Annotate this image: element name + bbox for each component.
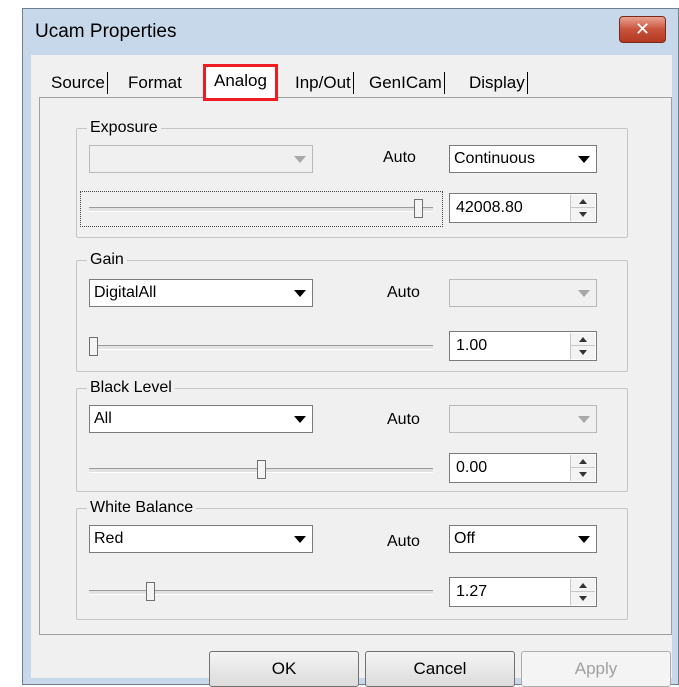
apply-button[interactable]: Apply bbox=[521, 651, 671, 687]
tab-label: Inp/Out bbox=[295, 73, 351, 92]
gain-slider-thumb[interactable] bbox=[89, 337, 98, 356]
black-level-value-spinner[interactable]: 0.00 bbox=[449, 453, 597, 483]
gain-auto-label: Auto bbox=[387, 284, 420, 301]
chevron-down-icon bbox=[573, 147, 595, 171]
black-level-group-label: Black Level bbox=[87, 378, 175, 398]
spin-up-arrow-icon[interactable] bbox=[571, 195, 595, 208]
tab-label: Analog bbox=[214, 71, 267, 90]
tab-label: GenICam bbox=[369, 73, 442, 92]
black-level-auto-select[interactable] bbox=[449, 405, 597, 433]
spin-up-arrow-icon[interactable] bbox=[571, 579, 595, 592]
tab-source[interactable]: Source bbox=[51, 69, 108, 97]
exposure-auto-label: Auto bbox=[383, 149, 416, 166]
exposure-auto-select[interactable]: Continuous bbox=[449, 145, 597, 173]
exposure-slider-track[interactable] bbox=[89, 207, 433, 212]
chevron-down-icon bbox=[573, 281, 595, 305]
white-balance-group: White Balance Red Auto Off 1.27 bbox=[76, 498, 628, 620]
tab-format[interactable]: Format bbox=[128, 69, 182, 97]
chevron-down-icon bbox=[573, 527, 595, 551]
tab-analog[interactable]: Analog bbox=[203, 64, 278, 101]
chevron-down-icon bbox=[573, 407, 595, 431]
exposure-value: 42008.80 bbox=[456, 199, 523, 216]
white-balance-slider-track[interactable] bbox=[89, 590, 433, 595]
black-level-mode-select[interactable]: All bbox=[89, 405, 313, 433]
gain-value-spinner[interactable]: 1.00 bbox=[449, 331, 597, 361]
gain-group-label: Gain bbox=[87, 250, 127, 270]
tab-display[interactable]: Display bbox=[469, 69, 528, 97]
spin-down-arrow-icon[interactable] bbox=[571, 592, 595, 605]
close-button[interactable]: ✕ bbox=[619, 16, 666, 43]
chevron-down-icon bbox=[289, 527, 311, 551]
dialog-client: Source Format Analog Inp/Out GenICam Dis… bbox=[31, 55, 672, 687]
white-balance-mode-select[interactable]: Red bbox=[89, 525, 313, 553]
black-level-value: 0.00 bbox=[456, 459, 488, 476]
spin-down-arrow-icon[interactable] bbox=[571, 468, 595, 481]
spin-down-arrow-icon[interactable] bbox=[571, 346, 595, 359]
tab-strip: Source Format Analog Inp/Out GenICam Dis… bbox=[31, 55, 672, 101]
spin-up-arrow-icon[interactable] bbox=[571, 333, 595, 346]
exposure-group-label: Exposure bbox=[87, 118, 161, 138]
ok-button[interactable]: OK bbox=[209, 651, 359, 687]
close-icon: ✕ bbox=[634, 19, 651, 39]
cancel-button[interactable]: Cancel bbox=[365, 651, 515, 687]
chevron-down-icon bbox=[289, 147, 311, 171]
tab-label: Format bbox=[128, 73, 182, 92]
spin-up-arrow-icon[interactable] bbox=[571, 455, 595, 468]
chevron-down-icon bbox=[289, 281, 311, 305]
white-balance-value-spinner[interactable]: 1.27 bbox=[449, 577, 597, 607]
tab-label: Source bbox=[51, 73, 105, 92]
chevron-down-icon bbox=[289, 407, 311, 431]
gain-auto-select[interactable] bbox=[449, 279, 597, 307]
gain-group: Gain DigitalAll Auto 1.00 bbox=[76, 250, 628, 372]
gain-slider-track[interactable] bbox=[89, 345, 433, 350]
tab-panel-analog: Exposure Auto Continuous 42008.80 Gain D… bbox=[39, 97, 672, 635]
black-level-slider-thumb[interactable] bbox=[256, 460, 266, 479]
black-level-auto-label: Auto bbox=[387, 411, 420, 428]
tab-label: Display bbox=[469, 73, 525, 92]
dialog-window: Ucam Properties ✕ Source Format Analog I… bbox=[22, 8, 679, 687]
exposure-mode-select[interactable] bbox=[89, 145, 313, 173]
tab-inp-out[interactable]: Inp/Out bbox=[295, 69, 354, 97]
black-level-group: Black Level All Auto 0.00 bbox=[76, 378, 628, 492]
exposure-slider-thumb[interactable] bbox=[413, 199, 423, 218]
white-balance-auto-label: Auto bbox=[387, 533, 420, 550]
window-title: Ucam Properties bbox=[35, 21, 177, 42]
gain-mode-select[interactable]: DigitalAll bbox=[89, 279, 313, 307]
title-bar[interactable]: Ucam Properties ✕ bbox=[23, 9, 678, 55]
tab-genicam[interactable]: GenICam bbox=[369, 69, 445, 97]
white-balance-slider-thumb[interactable] bbox=[145, 582, 155, 601]
exposure-value-spinner[interactable]: 42008.80 bbox=[449, 193, 597, 223]
white-balance-value: 1.27 bbox=[456, 583, 488, 600]
white-balance-auto-select[interactable]: Off bbox=[449, 525, 597, 553]
white-balance-group-label: White Balance bbox=[87, 498, 197, 518]
spin-down-arrow-icon[interactable] bbox=[571, 208, 595, 221]
gain-value: 1.00 bbox=[456, 337, 488, 354]
exposure-group: Exposure Auto Continuous 42008.80 bbox=[76, 118, 628, 238]
